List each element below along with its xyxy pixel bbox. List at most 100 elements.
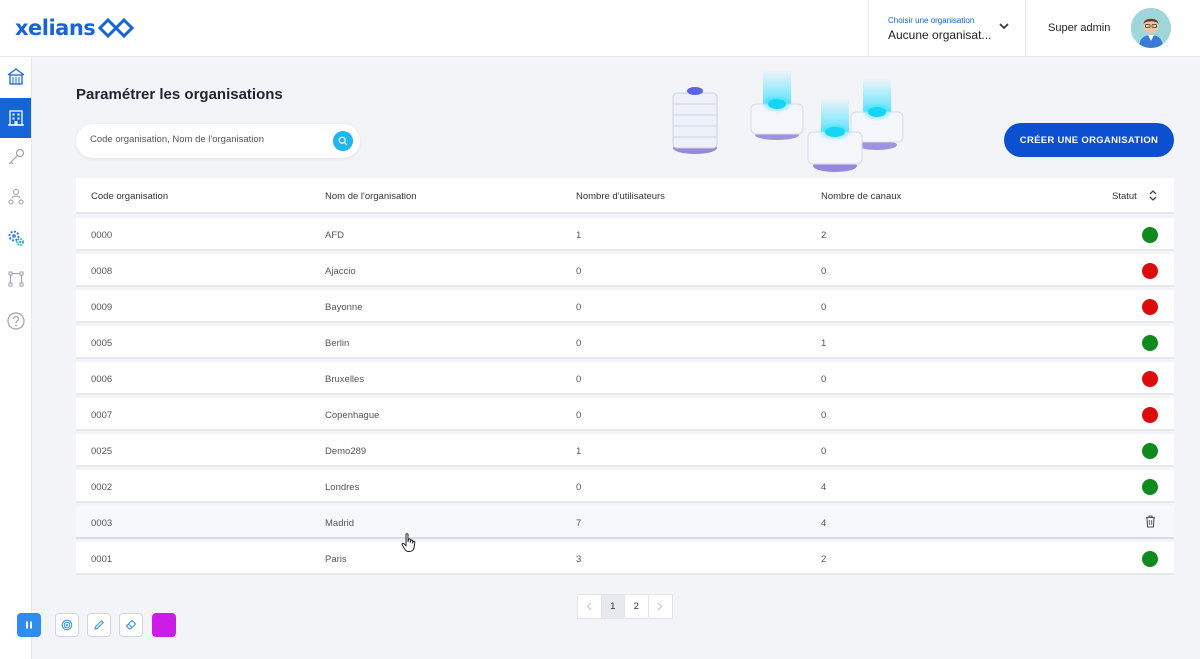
target-tool-button[interactable]	[55, 613, 79, 637]
top-bar: xelians Choisir une organisation Aucune …	[0, 0, 1200, 57]
column-header-users: Nombre d'utilisateurs	[576, 191, 665, 202]
sidebar-item-keys[interactable]	[0, 137, 31, 177]
cell-name: Londres	[325, 482, 360, 493]
cell-channels: 0	[821, 266, 827, 277]
chevron-left-icon	[586, 602, 592, 611]
table-row[interactable]: 0002 Londres 0 4	[76, 470, 1174, 503]
users-icon	[7, 188, 24, 205]
cell-name: Ajaccio	[325, 266, 356, 277]
sidebar-item-workflow[interactable]	[0, 259, 31, 299]
cell-channels: 1	[821, 338, 827, 349]
status-inactive-indicator[interactable]	[1142, 263, 1158, 279]
cell-name: Berlin	[325, 338, 350, 349]
cell-channels: 4	[821, 482, 827, 493]
cell-code: 0025	[91, 446, 113, 457]
cell-code: 0007	[91, 410, 113, 421]
table-row[interactable]: 0007 Copenhague 0 0	[76, 398, 1174, 431]
cell-channels: 0	[821, 374, 827, 385]
cell-name: Bruxelles	[325, 374, 365, 385]
page-button-2[interactable]: 2	[625, 595, 649, 618]
status-inactive-indicator[interactable]	[1142, 371, 1158, 387]
eraser-tool-button[interactable]	[119, 613, 143, 637]
hand-cursor-icon	[401, 533, 416, 552]
table-row[interactable]: 0001 Paris 3 2	[76, 542, 1174, 575]
eraser-icon	[125, 619, 137, 630]
cell-code: 0000	[91, 230, 113, 241]
table-row-hovered[interactable]: 0003 Madrid 7 4	[76, 506, 1174, 539]
sidebar-item-home[interactable]	[0, 57, 31, 97]
cell-users: 7	[576, 518, 582, 529]
prev-page-button[interactable]	[578, 595, 602, 618]
status-inactive-indicator[interactable]	[1142, 407, 1158, 423]
cell-code: 0009	[91, 302, 113, 313]
column-header-status[interactable]: Statut	[1112, 191, 1137, 202]
search-icon	[338, 136, 348, 146]
building-icon	[7, 110, 24, 126]
pencil-icon	[94, 620, 104, 630]
sidebar-item-settings[interactable]	[0, 218, 31, 258]
table-row[interactable]: 0009 Bayonne 0 0	[76, 290, 1174, 323]
cell-users: 0	[576, 482, 582, 493]
logo[interactable]: xelians	[15, 14, 135, 42]
status-active-indicator[interactable]	[1142, 227, 1158, 243]
color-swatch[interactable]	[152, 613, 176, 637]
cell-name: Bayonne	[325, 302, 363, 313]
cell-channels: 0	[821, 446, 827, 457]
cell-users: 0	[576, 338, 582, 349]
table-row[interactable]: 0005 Berlin 0 1	[76, 326, 1174, 359]
user-name[interactable]: Super admin	[1048, 22, 1110, 34]
status-active-indicator[interactable]	[1142, 335, 1158, 351]
status-active-indicator[interactable]	[1142, 479, 1158, 495]
search-input[interactable]	[90, 134, 320, 145]
cell-users: 0	[576, 410, 582, 421]
servers-illustration	[672, 70, 904, 172]
cell-name: AFD	[325, 230, 344, 241]
next-page-button[interactable]	[649, 595, 672, 618]
status-active-indicator[interactable]	[1142, 551, 1158, 567]
status-inactive-indicator[interactable]	[1142, 299, 1158, 315]
home-icon	[7, 68, 24, 85]
cell-channels: 4	[821, 518, 827, 529]
pause-button[interactable]	[17, 613, 41, 637]
sidebar-item-help[interactable]	[0, 301, 31, 341]
cell-name: Paris	[325, 554, 347, 565]
table-row[interactable]: 0006 Bruxelles 0 0	[76, 362, 1174, 395]
sidebar-item-organizations[interactable]	[0, 98, 31, 138]
workflow-icon	[8, 271, 23, 287]
pencil-tool-button[interactable]	[87, 613, 111, 637]
key-icon	[8, 148, 24, 165]
trash-icon[interactable]	[1145, 515, 1156, 528]
cell-users: 0	[576, 302, 582, 313]
cell-users: 0	[576, 374, 582, 385]
organization-select-value: Aucune organisat...	[888, 28, 992, 42]
table-row[interactable]: 0008 Ajaccio 0 0	[76, 254, 1174, 287]
table-row[interactable]: 0000 AFD 1 2	[76, 218, 1174, 251]
cell-users: 1	[576, 446, 582, 457]
table-header: Code organisation Nom de l'organisation …	[76, 178, 1174, 214]
target-icon	[61, 619, 73, 631]
cell-name: Copenhague	[325, 410, 380, 421]
cell-code: 0003	[91, 518, 113, 529]
cell-channels: 0	[821, 302, 827, 313]
cell-name: Madrid	[325, 518, 355, 529]
status-active-indicator[interactable]	[1142, 443, 1158, 459]
table-row[interactable]: 0025 Demo289 1 0	[76, 434, 1174, 467]
column-header-code: Code organisation	[91, 191, 169, 202]
search-button[interactable]	[333, 131, 353, 151]
avatar[interactable]	[1131, 8, 1171, 48]
cell-name: Demo289	[325, 446, 367, 457]
pause-icon	[26, 621, 32, 629]
chevron-right-icon	[657, 602, 663, 611]
sort-icon[interactable]	[1149, 189, 1157, 202]
column-header-channels: Nombre de canaux	[821, 191, 902, 202]
search-bar	[76, 124, 360, 158]
cell-code: 0008	[91, 266, 113, 277]
sidebar-item-users[interactable]	[0, 177, 31, 217]
cell-channels: 2	[821, 230, 827, 241]
cell-users: 0	[576, 266, 582, 277]
page-button-1[interactable]: 1	[601, 595, 625, 618]
page-title: Paramétrer les organisations	[76, 86, 283, 103]
organization-select[interactable]: Choisir une organisation Aucune organisa…	[868, 0, 1026, 57]
create-organization-button[interactable]: CRÉER UNE ORGANISATION	[1004, 123, 1174, 157]
cell-users: 3	[576, 554, 582, 565]
